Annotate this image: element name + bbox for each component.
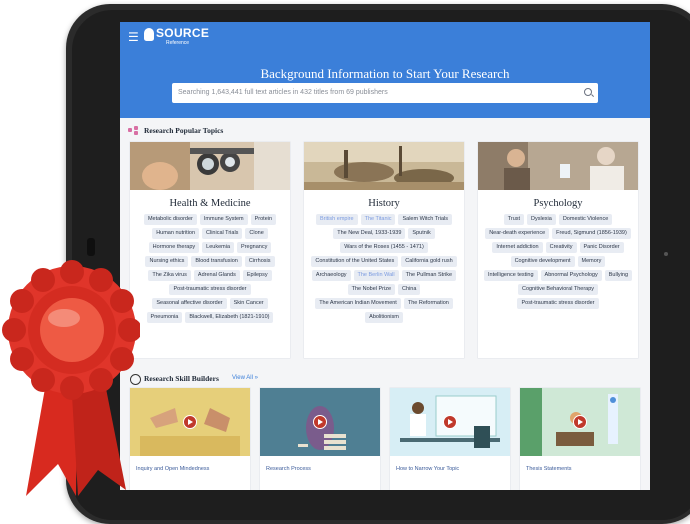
topic-tag[interactable]: Adrenal Glands	[193, 270, 240, 281]
screen: ☰ SOURCE Reference Background Informatio…	[120, 22, 650, 490]
tag-list-health: Metabolic disorder Immune System Protein Hu…	[135, 214, 285, 323]
topics-icon	[128, 126, 140, 135]
search-icon[interactable]	[584, 88, 592, 96]
topic-tag[interactable]: Cirrhosis	[244, 256, 275, 267]
camera-dot	[664, 252, 668, 256]
topic-tag[interactable]: Constitution of the United States	[311, 256, 399, 267]
history-image	[304, 142, 464, 190]
topic-tag[interactable]: California gold rush	[401, 256, 457, 267]
topic-tag[interactable]: Post-traumatic stress disorder	[169, 284, 251, 295]
topic-tag[interactable]: Hormone therapy	[148, 242, 200, 253]
topic-tag[interactable]: The Titanic	[360, 214, 396, 225]
topic-tag[interactable]: Blackwell, Elizabeth (1821-1910)	[185, 312, 274, 323]
view-all-link[interactable]: View All »	[232, 375, 258, 381]
award-ribbon-icon	[2, 260, 140, 496]
search-placeholder: Searching 1,643,441 full text articles i…	[178, 89, 388, 96]
topic-tag[interactable]: Nursing ethics	[145, 256, 189, 267]
topic-tag[interactable]: Near-death experience	[485, 228, 550, 239]
card-title-history: History	[368, 198, 400, 209]
topic-tag[interactable]: The Nobel Prize	[347, 284, 396, 295]
video-card-thesis[interactable]: Thesis Statements	[520, 388, 640, 490]
topic-tag[interactable]: Cognitive Behavioral Therapy	[517, 284, 599, 295]
video-title[interactable]: Research Process	[266, 466, 311, 472]
topic-tag[interactable]: China	[398, 284, 421, 295]
topic-card-psychology: Psychology Trust Dyslexia Domestic Violenc…	[478, 142, 638, 358]
lightbulb-icon	[144, 28, 154, 41]
topic-tag[interactable]: Skin Cancer	[229, 298, 268, 309]
topic-tag[interactable]: Dyslexia	[527, 214, 556, 225]
search-input[interactable]: Searching 1,643,441 full text articles i…	[172, 83, 598, 103]
menu-icon[interactable]: ☰	[128, 31, 139, 43]
topic-tag[interactable]: Abolitionism	[365, 312, 403, 323]
play-button[interactable]	[183, 415, 197, 429]
topic-tag[interactable]: Internet addiction	[492, 242, 543, 253]
topic-tag[interactable]: Metabolic disorder	[143, 214, 197, 225]
topic-tag[interactable]: Seasonal affective disorder	[152, 298, 227, 309]
topic-tag[interactable]: Freud, Sigmund (1856-1939)	[552, 228, 631, 239]
topic-tag[interactable]: The Reformation	[403, 298, 453, 309]
topic-tag[interactable]: Intelligence testing	[483, 270, 538, 281]
topic-tag[interactable]: Human nutrition	[152, 228, 200, 239]
topic-tag[interactable]: Trust	[503, 214, 525, 225]
brand-subtitle: Reference	[166, 40, 190, 46]
topic-tag[interactable]: Panic Disorder	[579, 242, 624, 253]
video-title[interactable]: Inquiry and Open Mindedness	[136, 466, 209, 472]
topic-tag[interactable]: Domestic Violence	[558, 214, 613, 225]
psychology-image	[478, 142, 638, 190]
hero-header: ☰ SOURCE Reference Background Informatio…	[120, 22, 650, 118]
topic-tag[interactable]: The American Indian Movement	[315, 298, 401, 309]
video-title[interactable]: Thesis Statements	[526, 466, 572, 472]
tag-list-history: British empire The Titanic Salem Witch Tri…	[309, 214, 459, 323]
play-button[interactable]	[443, 415, 457, 429]
topic-tag[interactable]: Post-traumatic stress disorder	[517, 298, 599, 309]
topic-tag[interactable]: Epilepsy	[242, 270, 272, 281]
topic-tag[interactable]: Clone	[245, 228, 268, 239]
topic-tag[interactable]: Wars of the Roses (1455 - 1471)	[340, 242, 428, 253]
video-card-narrow-topic[interactable]: How to Narrow Your Topic	[390, 388, 510, 490]
topic-tag[interactable]: Leukemia	[202, 242, 235, 253]
topic-tag[interactable]: Pneumonia	[146, 312, 183, 323]
topic-tag[interactable]: Bullying	[604, 270, 633, 281]
topic-tag[interactable]: British empire	[315, 214, 358, 225]
topic-tag[interactable]: The Berlin Wall	[353, 270, 399, 281]
card-title-health: Health & Medicine	[169, 198, 251, 209]
topic-tag[interactable]: Salem Witch Trials	[398, 214, 453, 225]
topic-tag[interactable]: Cognitive development	[510, 256, 575, 267]
topic-tag[interactable]: Clinical Trials	[202, 228, 243, 239]
topic-tag[interactable]: Archaeology	[311, 270, 351, 281]
topic-tag[interactable]: Protein	[250, 214, 277, 225]
video-card-process[interactable]: Research Process	[260, 388, 380, 490]
video-title[interactable]: How to Narrow Your Topic	[396, 466, 459, 472]
topic-tag[interactable]: Memory	[577, 256, 606, 267]
play-button[interactable]	[313, 415, 327, 429]
brand-name: SOURCE	[156, 26, 210, 40]
hero-title: Background Information to Start Your Res…	[260, 66, 510, 81]
video-card-inquiry[interactable]: Inquiry and Open Mindedness	[130, 388, 250, 490]
topic-tag[interactable]: Creativity	[545, 242, 577, 253]
card-title-psychology: Psychology	[533, 198, 583, 209]
topic-tag[interactable]: Pregnancy	[237, 242, 272, 253]
popular-topics-heading: Research Popular Topics	[144, 126, 224, 135]
topic-tag[interactable]: Sputnik	[408, 228, 435, 239]
topic-tag[interactable]: The Pullman Strike	[401, 270, 457, 281]
tag-list-psychology: Trust Dyslexia Domestic Violence Near-death…	[483, 214, 633, 309]
topic-tag[interactable]: The Zika virus	[148, 270, 191, 281]
topic-tag[interactable]: Immune System	[199, 214, 248, 225]
skill-builders-heading: Research Skill Builders	[144, 374, 219, 383]
topic-card-history: History British empire The Titanic Salem W…	[304, 142, 464, 358]
topic-tag[interactable]: The New Deal, 1933-1939	[333, 228, 406, 239]
topic-card-health: Health & Medicine Metabolic disorder Immu…	[130, 142, 290, 358]
play-button[interactable]	[573, 415, 587, 429]
health-image	[130, 142, 290, 190]
topic-tag[interactable]: Abnormal Psychology	[540, 270, 602, 281]
topic-tag[interactable]: Blood transfusion	[191, 256, 242, 267]
